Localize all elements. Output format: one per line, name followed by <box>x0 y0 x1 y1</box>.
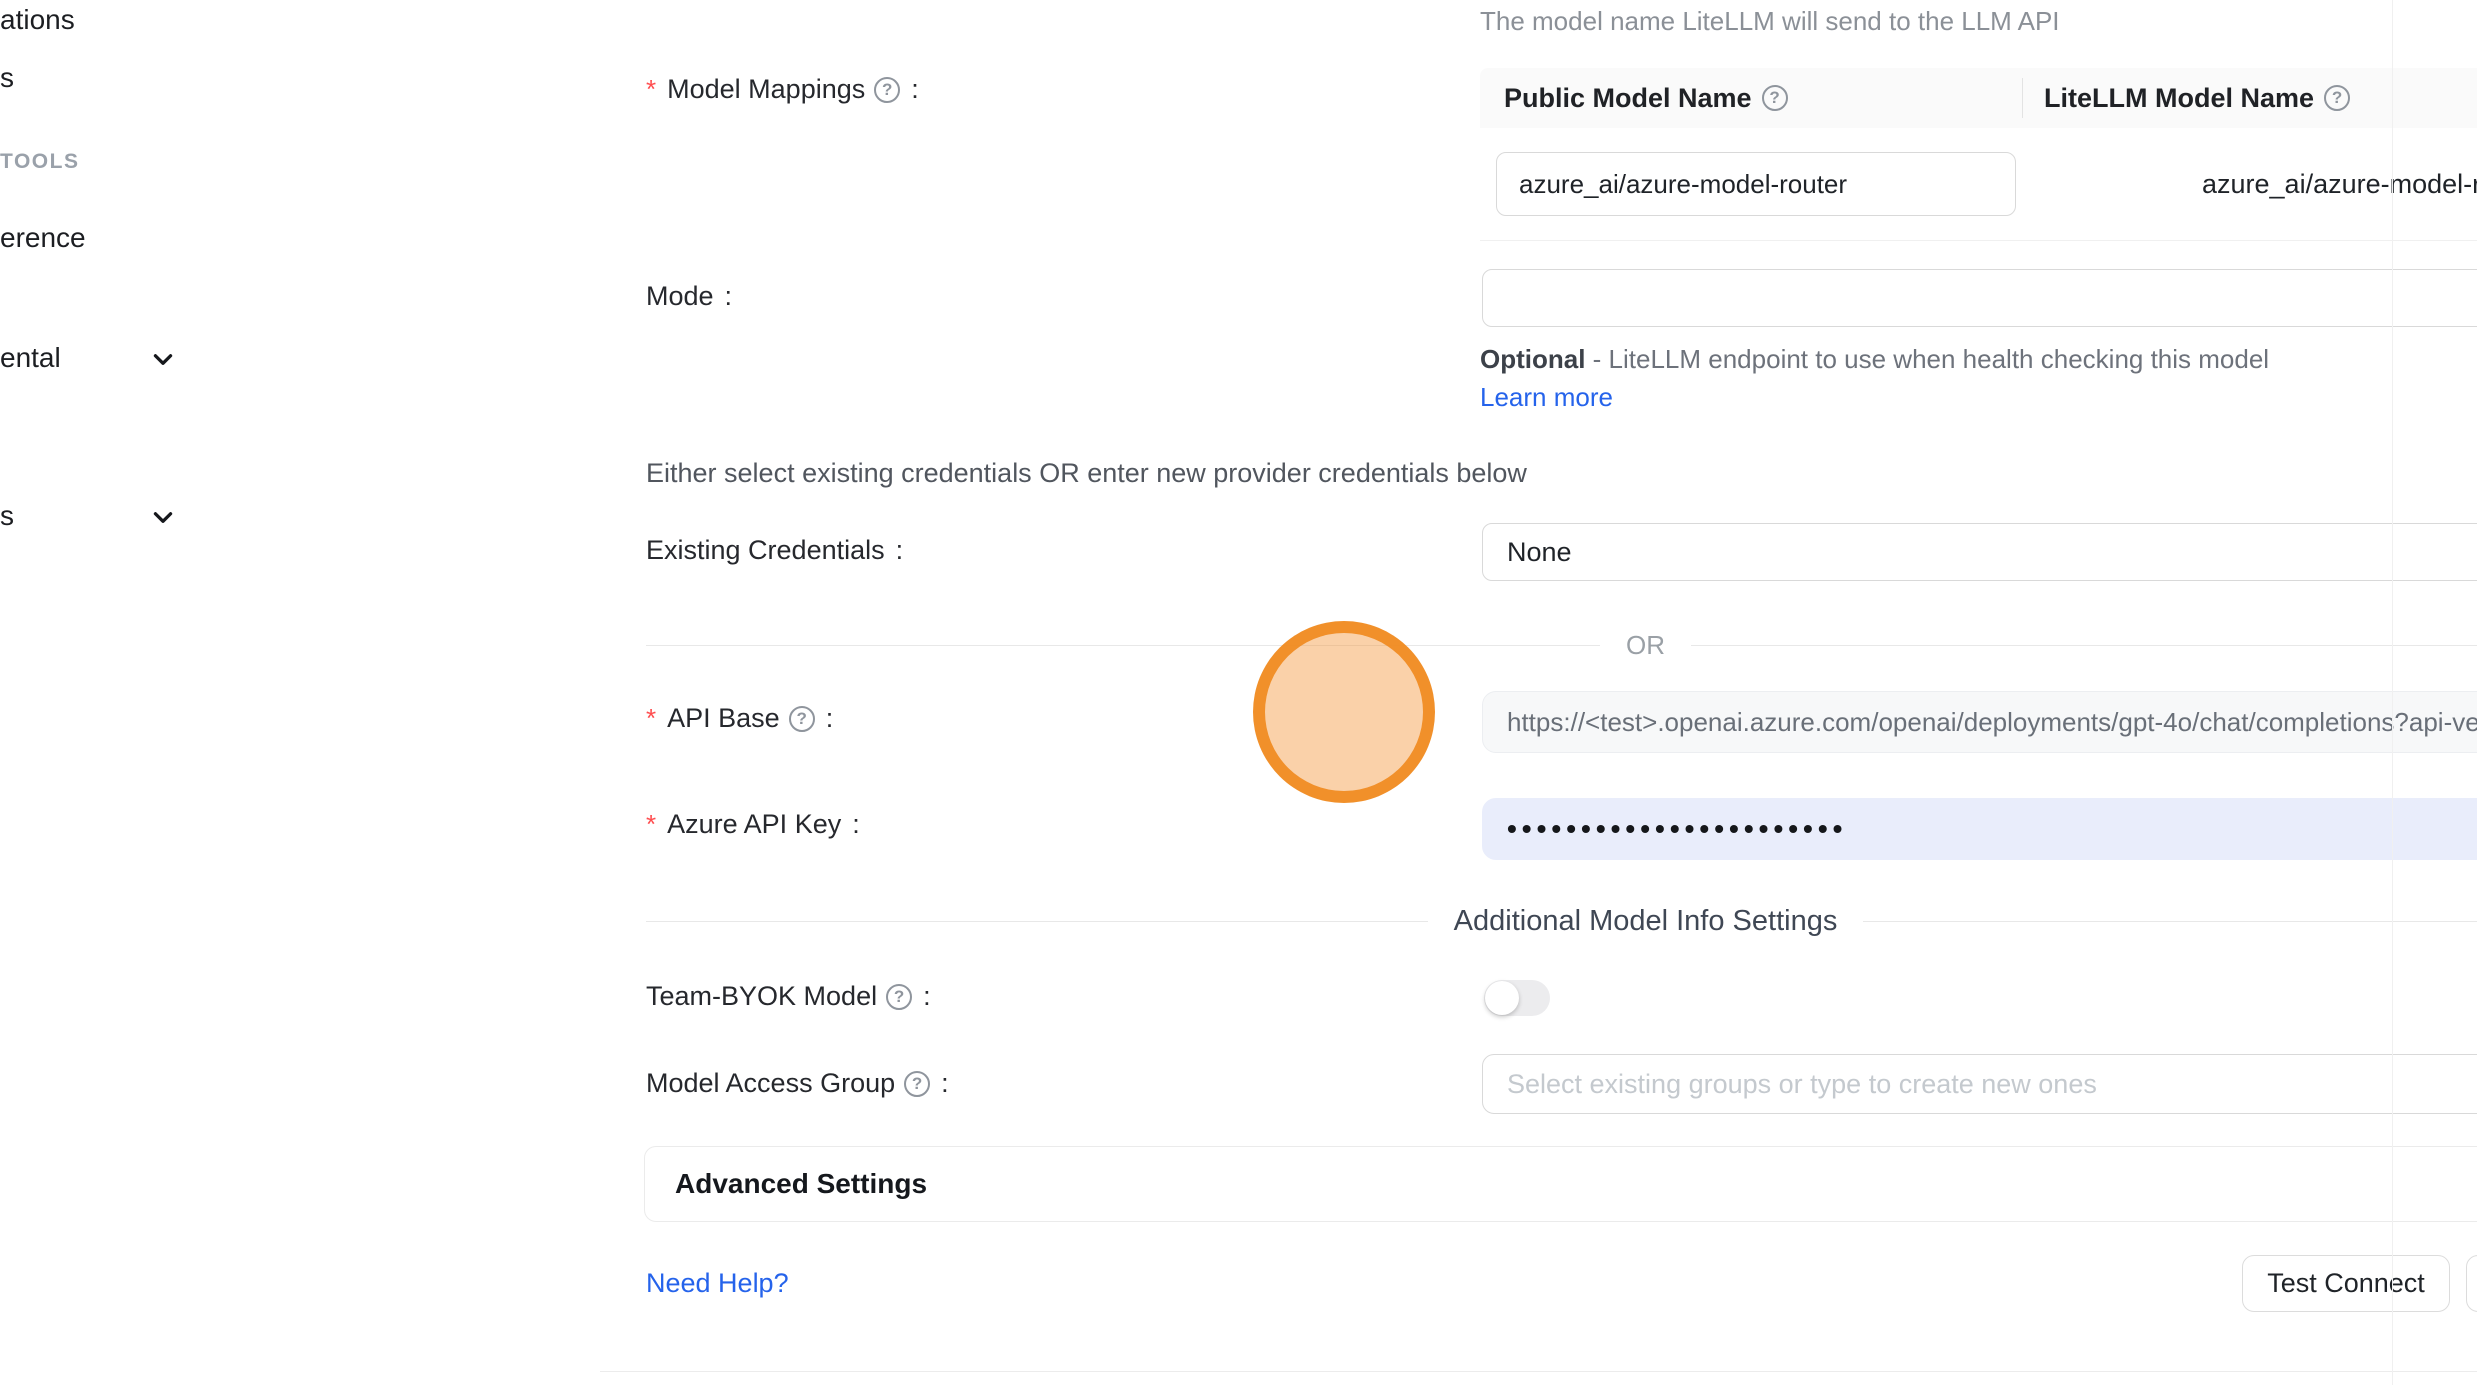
api-base-input[interactable]: https://<test>.openai.azure.com/openai/d… <box>1482 691 2477 753</box>
column-header-litellm-model-name: LiteLLM Model Name <box>2022 83 2350 114</box>
sidebar: ations s TOOLS erence ental s <box>0 0 301 1385</box>
help-icon[interactable] <box>874 77 900 103</box>
model-mappings-table-header: Public Model Name LiteLLM Model Name <box>1480 68 2477 128</box>
additional-model-info-divider-label: Additional Model Info Settings <box>1428 905 1864 938</box>
sidebar-item-clipped-3[interactable]: erence <box>0 222 86 254</box>
sidebar-item-label: ental <box>0 342 61 374</box>
mode-label: Mode : <box>646 281 732 312</box>
sidebar-item-clipped-5[interactable]: s <box>0 500 14 532</box>
azure-api-key-input[interactable]: ••••••••••••••••••••••• <box>1482 798 2477 860</box>
sidebar-item-label: erence <box>0 222 86 254</box>
model-mappings-table: Public Model Name LiteLLM Model Name azu… <box>1480 68 2477 241</box>
sidebar-item-clipped-4[interactable]: ental <box>0 342 61 374</box>
required-asterisk: * <box>646 74 656 105</box>
help-icon[interactable] <box>904 1071 930 1097</box>
azure-api-key-label: * Azure API Key : <box>646 809 860 840</box>
add-model-form: The model name LiteLLM will send to the … <box>300 0 2392 1385</box>
required-asterisk: * <box>646 703 656 734</box>
required-asterisk: * <box>646 809 656 840</box>
existing-credentials-select[interactable]: None <box>1482 523 2477 581</box>
model-mappings-label: * Model Mappings : <box>646 74 919 105</box>
existing-credentials-label: Existing Credentials : <box>646 535 903 566</box>
test-connect-button[interactable]: Test Connect <box>2242 1255 2450 1312</box>
header-divider <box>2022 78 2023 118</box>
help-icon[interactable] <box>789 706 815 732</box>
team-byok-toggle[interactable] <box>1484 980 1550 1016</box>
learn-more-link[interactable]: Learn more <box>1480 382 1613 412</box>
model-access-group-label: Model Access Group : <box>646 1068 949 1099</box>
chevron-down-icon[interactable] <box>150 346 176 377</box>
panel-bottom-border <box>600 1371 2477 1372</box>
credentials-note: Either select existing credentials OR en… <box>646 458 1527 489</box>
team-byok-label: Team-BYOK Model : <box>646 981 931 1012</box>
model-access-group-select[interactable]: Select existing groups or type to create… <box>1482 1054 2477 1114</box>
help-icon[interactable] <box>1762 85 1788 111</box>
sidebar-section-tools: TOOLS <box>0 150 79 174</box>
existing-credentials-value: None <box>1507 537 1572 568</box>
sidebar-item-clipped-1[interactable]: ations <box>0 4 75 36</box>
model-access-group-placeholder: Select existing groups or type to create… <box>1507 1069 2097 1100</box>
or-divider: OR <box>646 630 2477 661</box>
public-model-name-input[interactable] <box>1496 152 2016 216</box>
table-row: azure_ai/azure-model-router <box>1480 128 2477 241</box>
sidebar-item-label: s <box>0 500 14 532</box>
toggle-knob <box>1485 981 1519 1015</box>
sidebar-item-clipped-2[interactable]: s <box>0 62 14 94</box>
help-icon[interactable] <box>886 984 912 1010</box>
azure-api-key-masked-value: ••••••••••••••••••••••• <box>1507 813 1847 845</box>
advanced-settings-title: Advanced Settings <box>675 1168 927 1200</box>
chevron-down-icon[interactable] <box>150 504 176 535</box>
need-help-link[interactable]: Need Help? <box>646 1268 789 1299</box>
api-base-value: https://<test>.openai.azure.com/openai/d… <box>1507 707 2477 738</box>
sidebar-section-label: TOOLS <box>0 150 79 173</box>
litellm-model-name-value: azure_ai/azure-model-router <box>2202 169 2477 200</box>
advanced-settings-expander[interactable]: Advanced Settings <box>644 1146 2477 1222</box>
sidebar-item-label: ations <box>0 4 75 36</box>
add-model-button[interactable]: Add Model <box>2466 1255 2477 1312</box>
api-base-label: * API Base : <box>646 703 833 734</box>
mode-hint-text: Optional - LiteLLM endpoint to use when … <box>1480 340 2312 416</box>
panel-right-border <box>2392 0 2393 1385</box>
help-icon[interactable] <box>2324 85 2350 111</box>
column-header-public-model-name: Public Model Name <box>1480 83 2022 114</box>
sidebar-item-label: s <box>0 62 14 94</box>
litellm-model-name-helper-text: The model name LiteLLM will send to the … <box>1480 6 2060 37</box>
mode-select[interactable] <box>1482 269 2477 327</box>
or-divider-label: OR <box>1600 630 1691 661</box>
additional-model-info-divider: Additional Model Info Settings <box>646 905 2477 938</box>
